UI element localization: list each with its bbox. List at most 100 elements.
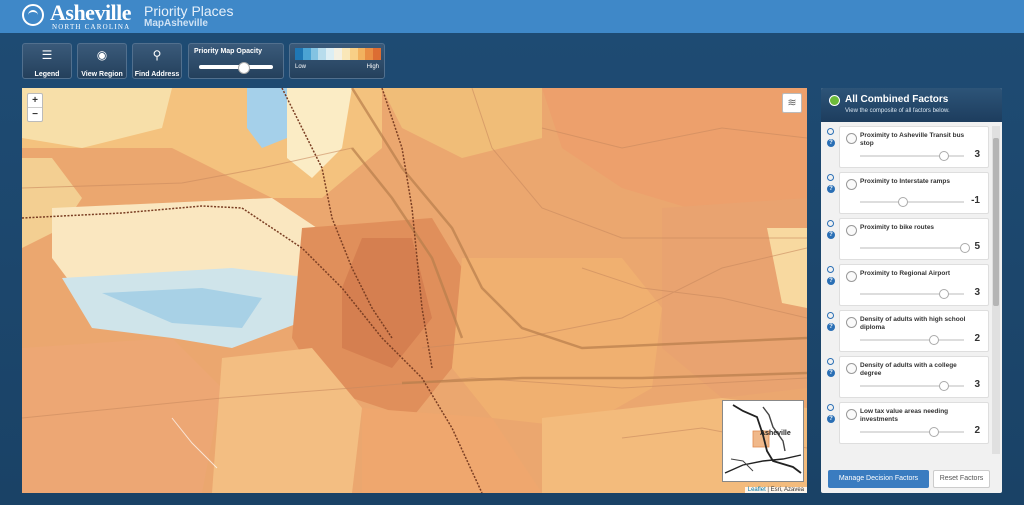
factor-value: 2	[974, 333, 980, 344]
help-icon[interactable]: ?	[827, 369, 835, 377]
reset-factors-button[interactable]: Reset Factors	[933, 470, 990, 488]
factor-slider[interactable]	[860, 427, 964, 437]
factor-card: Low tax value areas needing investments 2	[839, 402, 989, 444]
leaflet-link[interactable]: Leaflet	[748, 487, 766, 493]
ramp-swatch	[310, 48, 319, 60]
factor-slider-thumb[interactable]	[928, 427, 939, 437]
factor-value: 3	[974, 287, 980, 298]
factor-list: ? Proximity to Asheville Transit bus stop…	[821, 126, 991, 454]
app-subtitle[interactable]: MapAsheville	[144, 18, 208, 29]
factor-item: ? Proximity to Regional Airport 3	[821, 264, 991, 308]
ramp-swatch	[302, 48, 311, 60]
legend-button[interactable]: ☰ Legend	[22, 43, 72, 79]
info-icon[interactable]	[827, 220, 834, 227]
factor-radio[interactable]	[846, 225, 857, 236]
factor-slider[interactable]	[860, 289, 964, 299]
info-icon[interactable]	[827, 128, 834, 135]
info-icon[interactable]	[827, 266, 834, 273]
view-region-button[interactable]: ◉ View Region	[77, 43, 127, 79]
help-icon[interactable]: ?	[827, 323, 835, 331]
ramp-swatch	[365, 48, 374, 60]
panel-description: View the composite of all factors below.	[845, 108, 950, 114]
factor-slider-thumb[interactable]	[928, 335, 939, 345]
factor-name: Density of adults with high school diplo…	[860, 316, 966, 331]
layers-icon[interactable]: ≋	[782, 93, 802, 113]
opacity-slider[interactable]	[199, 62, 273, 74]
ramp-swatch	[326, 48, 335, 60]
legend-high-label: High	[366, 64, 379, 70]
factor-slider[interactable]	[860, 335, 964, 345]
help-icon[interactable]: ?	[827, 415, 835, 423]
zoom-in-button[interactable]: +	[28, 94, 42, 107]
factor-radio[interactable]	[846, 409, 857, 420]
list-icon: ☰	[41, 48, 53, 62]
info-icon[interactable]	[827, 174, 834, 181]
factor-list-scrollbar[interactable]	[992, 126, 1000, 454]
factor-name: Density of adults with a college degree	[860, 362, 957, 377]
info-icon[interactable]	[827, 358, 834, 365]
minimap[interactable]: Asheville	[722, 400, 804, 482]
help-icon[interactable]: ?	[827, 231, 835, 239]
factor-item: ? Low tax value areas needing investments…	[821, 402, 991, 446]
factor-radio[interactable]	[846, 179, 857, 190]
city-logo[interactable]: Asheville NORTH CAROLINA	[22, 0, 132, 32]
globe-icon: ◉	[96, 48, 108, 62]
opacity-label: Priority Map Opacity	[194, 48, 263, 55]
factor-item: ? Density of adults with high school dipl…	[821, 310, 991, 354]
factor-radio[interactable]	[846, 363, 857, 374]
factor-radio[interactable]	[846, 133, 857, 144]
factor-card: Proximity to Interstate ramps -1	[839, 172, 989, 214]
app-title: Priority Places	[144, 3, 234, 19]
factor-slider[interactable]	[860, 151, 964, 161]
color-ramp	[295, 48, 381, 60]
minimap-label: Asheville	[760, 430, 791, 437]
factor-radio[interactable]	[846, 271, 857, 282]
factor-value: 3	[974, 149, 980, 160]
view-region-label: View Region	[81, 71, 123, 78]
find-address-label: Find Address	[134, 71, 180, 78]
zoom-out-button[interactable]: −	[28, 107, 42, 121]
factor-item: ? Density of adults with a college degree…	[821, 356, 991, 400]
factor-slider-thumb[interactable]	[939, 381, 950, 391]
ramp-swatch	[334, 48, 342, 60]
help-icon[interactable]: ?	[827, 185, 835, 193]
help-icon[interactable]: ?	[827, 277, 835, 285]
factor-name: Low tax value areas needing investments	[860, 408, 949, 423]
factor-item: ? Proximity to Interstate ramps -1	[821, 172, 991, 216]
selected-radio-icon[interactable]	[829, 95, 840, 106]
scrollbar-thumb[interactable]	[993, 138, 999, 306]
info-icon[interactable]	[827, 312, 834, 319]
factor-name: Proximity to bike routes	[860, 224, 935, 231]
factor-slider-thumb[interactable]	[897, 197, 908, 207]
opacity-slider-thumb[interactable]	[238, 62, 251, 74]
logo-state: NORTH CAROLINA	[52, 23, 131, 31]
factor-slider-thumb[interactable]	[939, 151, 950, 161]
factor-value: 2	[974, 425, 980, 436]
factor-radio[interactable]	[846, 317, 857, 328]
factor-card: Proximity to bike routes 5	[839, 218, 989, 260]
factor-item: ? Proximity to bike routes 5	[821, 218, 991, 262]
factor-slider-thumb[interactable]	[960, 243, 970, 253]
help-icon[interactable]: ?	[827, 139, 835, 147]
map-attribution: Leaflet | Esri, Azavea	[744, 487, 807, 493]
map-view[interactable]: + − ≋ Asheville Leaflet | Esri, Azavea	[22, 88, 807, 493]
app-header: Asheville NORTH CAROLINA Priority Places…	[0, 0, 1024, 33]
factor-slider[interactable]	[860, 243, 970, 253]
ramp-swatch	[318, 48, 327, 60]
minimap-canvas	[723, 401, 803, 481]
legend-button-label: Legend	[34, 71, 60, 78]
factor-card: Density of adults with high school diplo…	[839, 310, 989, 352]
factor-slider[interactable]	[860, 381, 964, 391]
ramp-swatch	[373, 48, 381, 60]
factor-slider[interactable]	[860, 197, 964, 207]
attribution-text: | Esri, Azavea	[767, 487, 804, 493]
opacity-control: Priority Map Opacity	[188, 43, 284, 79]
factor-slider-thumb[interactable]	[939, 289, 950, 299]
factor-item: ? Proximity to Asheville Transit bus stop…	[821, 126, 991, 170]
map-canvas[interactable]	[22, 88, 807, 493]
info-icon[interactable]	[827, 404, 834, 411]
search-icon: ⚲	[152, 48, 162, 62]
manage-decision-factors-button[interactable]: Manage Decision Factors	[828, 470, 929, 488]
panel-title: All Combined Factors	[845, 94, 949, 105]
find-address-button[interactable]: ⚲ Find Address	[132, 43, 182, 79]
